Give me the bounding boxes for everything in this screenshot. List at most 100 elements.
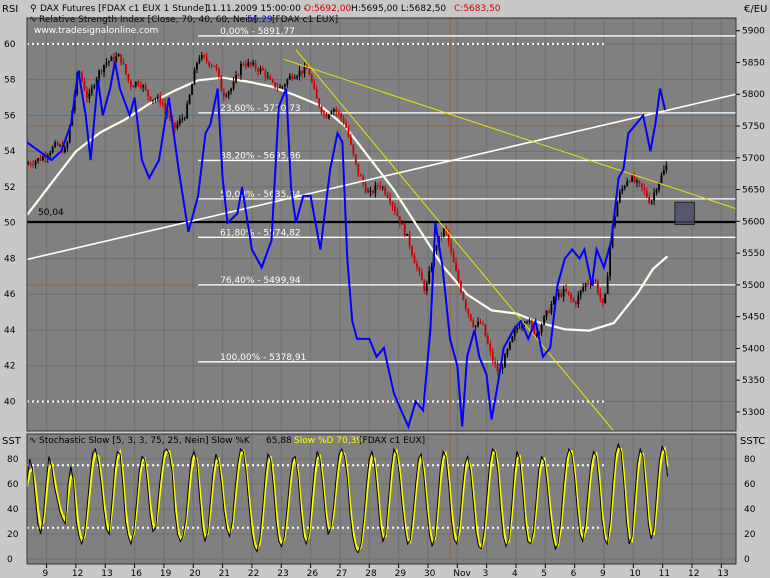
candle-body [249, 62, 252, 65]
candle-body [367, 191, 369, 193]
price-axis-tick: 5500 [742, 281, 765, 291]
rsi-axis-tick: 50 [4, 219, 16, 229]
candle-body [662, 170, 665, 175]
x-axis-tick: 12 [688, 569, 699, 578]
candle-body [486, 336, 489, 344]
lower-left-label: SST [2, 436, 22, 447]
candle-body [623, 186, 626, 189]
candle-body [391, 202, 394, 207]
candle-body [345, 123, 347, 128]
candle-body [609, 246, 611, 276]
x-axis-tick: 19 [160, 569, 172, 578]
candle-body [396, 211, 399, 217]
candle-body [83, 81, 86, 91]
candle-body [252, 62, 255, 65]
candle-body [645, 190, 648, 198]
header-symbol-icon: ⚲ [30, 4, 37, 14]
x-axis-tick: 21 [219, 569, 230, 578]
price-axis-tick: 5350 [742, 376, 765, 386]
stochastic-axis-tick: 0 [7, 555, 13, 565]
stochastic-panel[interactable] [27, 434, 736, 564]
candle-body [178, 119, 181, 125]
candle-body [640, 183, 643, 188]
rsi-axis-tick: 58 [4, 76, 16, 86]
candle-body [567, 291, 570, 295]
candle-body [579, 290, 582, 296]
candle-body [134, 81, 137, 87]
candle-body [403, 223, 406, 236]
candle-body [379, 185, 382, 188]
candle-body [310, 75, 313, 83]
stochastic-indicator-icon: ∿ [29, 436, 37, 446]
candle-body [601, 298, 604, 304]
lower-right-label: SSTC [740, 436, 765, 447]
x-axis-tick: 9 [600, 569, 606, 578]
candle-body [49, 152, 52, 156]
candle-body [110, 56, 113, 62]
candle-body [469, 314, 472, 321]
candle-body [616, 202, 619, 217]
rsi-axis-tick: 52 [4, 183, 15, 193]
candle-body [262, 68, 264, 71]
candle-body [604, 293, 607, 304]
candle-body [293, 77, 296, 79]
candle-body [269, 76, 272, 80]
candle-body [545, 310, 548, 317]
candle-body [335, 109, 338, 113]
candle-body [247, 62, 250, 67]
candle-body [203, 55, 206, 58]
candle-body [528, 320, 531, 322]
candle-body [530, 320, 533, 327]
candle-body [127, 74, 130, 82]
candle-body [164, 103, 167, 110]
upper-left-label: RSI [2, 4, 18, 15]
x-axis-tick: 16 [131, 569, 143, 578]
candle-body [472, 320, 475, 327]
candle-body [213, 65, 215, 67]
candle-body [279, 86, 281, 88]
candle-body [653, 192, 655, 201]
x-axis-tick: 30 [424, 569, 436, 578]
candle-body [352, 144, 355, 155]
stochastic-axis-tick: 20 [7, 530, 19, 540]
candle-body [362, 176, 365, 184]
x-axis-tick: 5 [541, 569, 547, 578]
candle-body [320, 106, 323, 113]
candle-body [518, 327, 521, 329]
rsi-indicator-label: Relative Strength Index [Close, 70, 40, … [39, 15, 257, 25]
candle-body [215, 66, 218, 69]
candle-body [660, 174, 663, 183]
x-axis-tick: 6 [571, 569, 577, 578]
rsi-axis-tick: 40 [4, 398, 16, 408]
price-axis-tick: 5750 [742, 122, 765, 132]
candle-body [235, 74, 237, 82]
price-axis-tick: 5400 [742, 344, 765, 354]
candle-body [484, 324, 487, 337]
candle-body [115, 56, 118, 62]
fib-level-label: 100,00% - 5378,91 [220, 353, 306, 363]
candle-body [296, 76, 299, 78]
candle-body [394, 206, 396, 212]
candle-body [648, 197, 651, 204]
x-axis-tick: 13 [101, 569, 112, 578]
candle-body [137, 81, 140, 85]
candle-body [218, 68, 220, 77]
target-zone[interactable] [674, 201, 695, 225]
candle-body [315, 89, 318, 99]
candle-body [59, 145, 61, 147]
candle-body [125, 64, 127, 75]
candle-body [117, 54, 120, 57]
candle-body [596, 281, 599, 293]
candle-body [230, 88, 233, 92]
candle-body [222, 91, 225, 97]
stochastic-axis-tick-right: 80 [744, 455, 756, 465]
price-axis-tick: 5700 [742, 154, 765, 164]
candle-body [423, 280, 426, 291]
candle-body [416, 263, 418, 268]
candle-body [406, 233, 409, 236]
stochastic-axis-tick-right: 40 [744, 505, 756, 515]
candle-body [332, 109, 335, 112]
candle-body [401, 223, 404, 225]
candle-body [340, 113, 343, 119]
candle-body [584, 283, 587, 288]
